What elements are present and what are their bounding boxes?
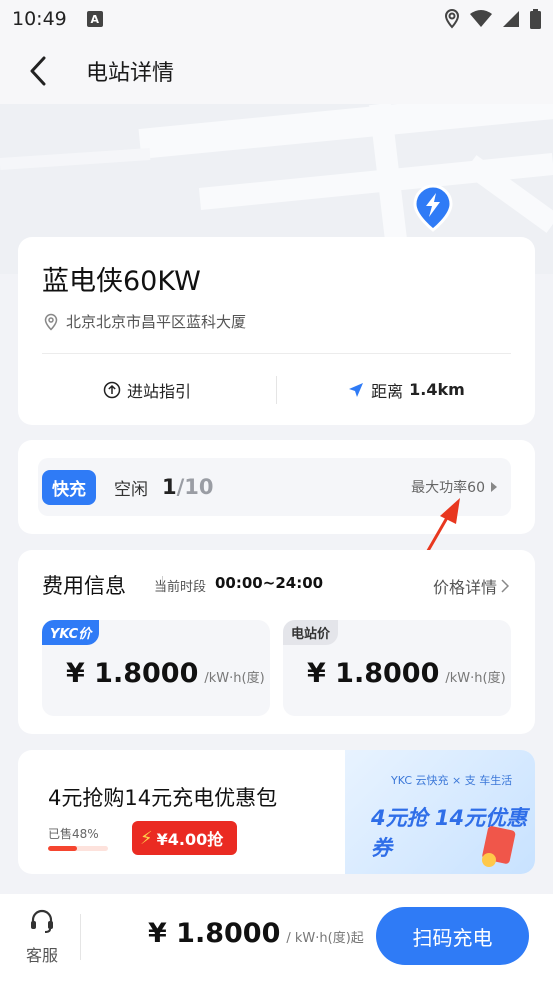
location-icon	[44, 313, 58, 331]
status-bar: 10:49 A	[0, 0, 553, 38]
fee-card: 费用信息 当前时段 00:00~24:00 价格详情 YKC价 ¥ 1.8000…	[18, 550, 535, 734]
red-envelope-icon	[482, 826, 516, 867]
grab-button[interactable]: ⚡ ¥4.00抢	[132, 821, 238, 855]
bottom-bar: 客服 ¥ 1.8000 / kW·h(度)起 扫码充电	[0, 894, 553, 984]
promo-title: 4元抢购14元充电优惠包	[48, 786, 278, 810]
promo-sale-row: 已售48% ⚡ ¥4.00抢	[48, 821, 238, 855]
station-address[interactable]: 北京北京市昌平区蓝科大厦	[42, 311, 246, 332]
customer-service-button[interactable]: 客服	[18, 908, 66, 966]
bottom-price-unit: / kW·h(度)起	[286, 931, 364, 946]
promo-banner: YKC 云快充 × 支 车生活 4元抢 14元优惠券	[345, 750, 535, 874]
idle-label: 空闲	[114, 479, 148, 500]
distance-label: 距离	[371, 381, 404, 401]
arrow-up-circle-icon	[103, 381, 121, 398]
service-label: 客服	[25, 946, 58, 965]
ykc-price-unit: /kW·h(度)	[204, 671, 265, 686]
distance-button[interactable]: 距离 1.4km	[277, 378, 535, 402]
back-arrow-icon	[30, 56, 46, 86]
promo-card[interactable]: 4元抢购14元充电优惠包 已售48% ⚡ ¥4.00抢 YKC 云快充 × 支 …	[18, 750, 535, 874]
headset-icon	[31, 909, 53, 933]
charger-count: 1/10	[162, 475, 214, 499]
station-price-value: ¥ 1.8000	[307, 658, 440, 689]
fee-title: 费用信息	[42, 574, 126, 598]
guide-button[interactable]: 进站指引	[18, 378, 276, 402]
available-count: 1	[162, 475, 177, 499]
bottom-price-value: ¥ 1.8000	[148, 918, 281, 949]
station-actions: 进站指引 距离 1.4km	[18, 354, 535, 425]
sold-progress: 已售48%	[48, 825, 128, 851]
banner-brand: YKC 云快充 × 支 车生活	[391, 774, 513, 787]
header: 电站详情	[0, 38, 553, 104]
bottom-price: ¥ 1.8000 / kW·h(度)起	[148, 918, 364, 949]
a-icon: A	[86, 11, 103, 27]
status-icons	[444, 9, 541, 29]
ykc-price-value: ¥ 1.8000	[66, 658, 199, 689]
station-price: ¥ 1.8000 /kW·h(度)	[307, 658, 506, 689]
grab-label: ¥4.00抢	[156, 830, 224, 849]
station-price-box: 电站价 ¥ 1.8000 /kW·h(度)	[283, 620, 511, 716]
fast-charge-tag: 快充	[42, 469, 96, 505]
guide-label: 进站指引	[126, 381, 191, 401]
ykc-price-tag: YKC价	[42, 620, 100, 645]
sold-bar	[48, 846, 108, 851]
location-icon	[444, 9, 460, 29]
ykc-price: ¥ 1.8000 /kW·h(度)	[66, 658, 265, 689]
status-time: 10:49	[12, 8, 67, 30]
station-price-tag: 电站价	[283, 620, 339, 645]
navigation-icon	[349, 382, 364, 397]
max-power-text: 最大功率60	[411, 480, 485, 496]
station-card: 蓝电侠60KW 北京北京市昌平区蓝科大厦 进站指引 距离 1.4km	[18, 237, 535, 425]
scan-charge-button[interactable]: 扫码充电	[376, 907, 529, 965]
back-button[interactable]	[8, 38, 68, 104]
divider	[80, 914, 81, 960]
page-title: 电站详情	[86, 61, 175, 86]
bolt-icon: ⚡	[140, 827, 153, 849]
price-detail-link[interactable]: 价格详情	[433, 574, 509, 598]
caret-right-icon	[491, 482, 497, 492]
station-name: 蓝电侠60KW	[42, 266, 201, 297]
station-price-unit: /kW·h(度)	[445, 671, 506, 686]
station-address-text: 北京北京市昌平区蓝科大厦	[66, 313, 247, 331]
period-label: 当前时段	[154, 580, 207, 595]
sold-text: 已售48%	[48, 827, 99, 841]
ykc-price-box: YKC价 ¥ 1.8000 /kW·h(度)	[42, 620, 270, 716]
period-value: 00:00~24:00	[215, 574, 324, 592]
station-pin-icon[interactable]	[413, 184, 453, 232]
price-detail-label: 价格详情	[432, 578, 497, 597]
signal-icon	[503, 11, 519, 27]
sold-bar-fill	[48, 846, 77, 851]
max-power-link[interactable]: 最大功率60	[411, 477, 497, 497]
chevron-right-icon	[501, 579, 509, 593]
wifi-icon	[470, 10, 492, 27]
distance-value: 1.4km	[409, 380, 465, 399]
battery-icon	[530, 9, 541, 29]
total-count: /10	[176, 475, 214, 499]
